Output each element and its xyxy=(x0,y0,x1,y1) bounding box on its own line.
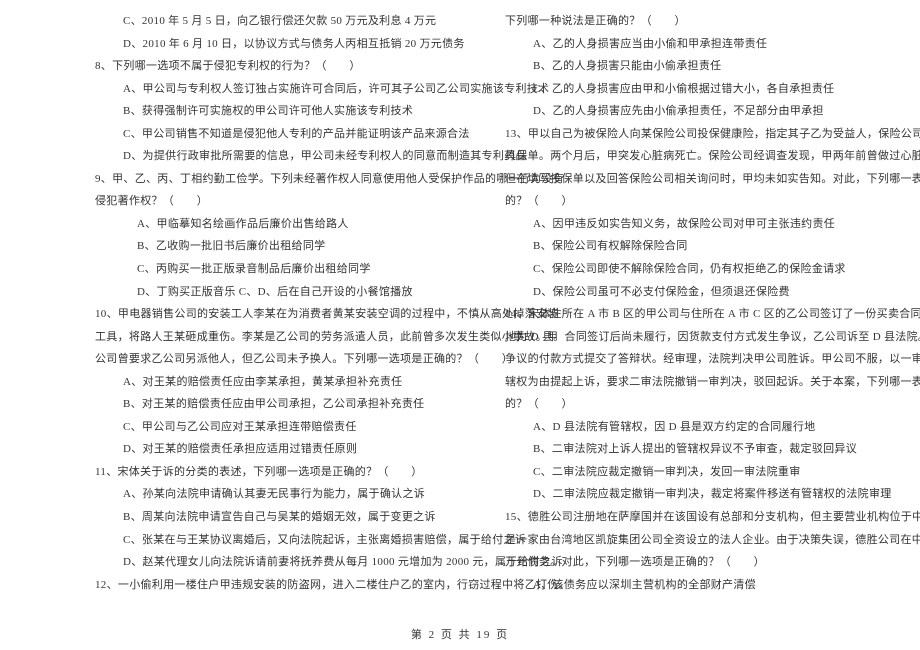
right-line: C、保险公司即使不解除保险合同，仍有权拒绝乙的保险金请求 xyxy=(505,258,885,281)
left-line: C、甲公司与乙公司应对王某承担连带赔偿责任 xyxy=(95,416,475,439)
right-line: 下列哪一种说法是正确的？（ ） xyxy=(505,10,885,33)
left-line: C、2010 年 5 月 5 日，向乙银行偿还欠款 50 万元及利息 4 万元 xyxy=(95,10,475,33)
left-line: A、孙某向法院申请确认其妻无民事行为能力，属于确认之诉 xyxy=(95,483,475,506)
left-line: A、甲临摹知名绘画作品后廉价出售给路人 xyxy=(95,213,475,236)
right-line: C、二审法院应裁定撤销一审判决，发回一审法院重审 xyxy=(505,461,885,484)
left-line: 工具，将路人王某砸成重伤。李某是乙公司的劳务派遣人员，此前曾多次发生类似小事故。… xyxy=(95,326,475,349)
page-body: C、2010 年 5 月 5 日，向乙银行偿还欠款 50 万元及利息 4 万元D… xyxy=(0,0,920,626)
left-line: C、丙购买一批正版录音制品后廉价出租给同学 xyxy=(95,258,475,281)
right-column: 下列哪一种说法是正确的？（ ）A、乙的人身损害应当由小偷和甲承担连带责任B、乙的… xyxy=(490,10,885,596)
right-line: A、因甲违反如实告知义务，故保险公司对甲可主张违约责任 xyxy=(505,213,885,236)
right-line: B、保险公司有权解除保险合同 xyxy=(505,235,885,258)
left-line: D、丁购买正版音乐 C、D、后在自己开设的小餐馆播放 xyxy=(95,281,475,304)
left-line: 11、宋体关于诉的分类的表述，下列哪一选项是正确的？（ ） xyxy=(95,461,475,484)
left-line: 9、甲、乙、丙、丁相约勤工俭学。下列未经著作权人同意使用他人受保护作品的哪一行为… xyxy=(95,168,475,191)
right-line: 14、宋体住所在 A 市 B 区的甲公司与住所在 A 市 C 区的乙公司签订了一… xyxy=(505,303,885,326)
right-line: A、该债务应以深圳主营机构的全部财产清偿 xyxy=(505,574,885,597)
right-line: B、二审法院对上诉人提出的管辖权异议不予审查，裁定驳回异议 xyxy=(505,438,885,461)
left-line: B、对王某的赔偿责任应由甲公司承担，乙公司承担补充责任 xyxy=(95,393,475,416)
right-line: 是一家由台湾地区凯旋集团公司全资设立的法人企业。由于决策失误，德胜公司在中国欠下… xyxy=(505,529,885,552)
page-footer: 第 2 页 共 19 页 xyxy=(0,626,920,642)
left-line: 公司曾要求乙公司另派他人，但乙公司未予换人。下列哪一选项是正确的？（ ） xyxy=(95,348,475,371)
right-line: D、二审法院应裁定撤销一审判决，裁定将案件移送有管辖权的法院审理 xyxy=(505,483,885,506)
left-line: B、获得强制许可实施权的甲公司许可他人实施该专利技术 xyxy=(95,100,475,123)
left-line: 侵犯著作权？（ ） xyxy=(95,190,475,213)
left-line: C、甲公司销售不知道是侵犯他人专利的产品并能证明该产品来源合法 xyxy=(95,123,475,146)
left-line: 12、一小偷利用一楼住户甲违规安装的防盗网，进入二楼住户乙的室内，行窃过程中将乙… xyxy=(95,574,475,597)
left-line: B、周某向法院申请宣告自己与吴某的婚姻无效，属于变更之诉 xyxy=(95,506,475,529)
right-line: 的？（ ） xyxy=(505,393,885,416)
left-line: A、对王某的赔偿责任应由李某承担，黄某承担补充责任 xyxy=(95,371,475,394)
right-line: C、乙的人身损害应由甲和小偷根据过错大小，各自承担责任 xyxy=(505,78,885,101)
right-line: 万元债务。对此，下列哪一选项是正确的？（ ） xyxy=(505,551,885,574)
right-line: 15、德胜公司注册地在萨摩国并在该国设有总部和分支机构，但主要营业机构位于中国深… xyxy=(505,506,885,529)
right-line: 辖权为由提起上诉，要求二审法院撤销一审判决，驳回起诉。关于本案，下列哪一表述是正… xyxy=(505,371,885,394)
left-line: D、2010 年 6 月 10 日，以协议方式与债务人丙相互抵销 20 万元债务 xyxy=(95,33,475,56)
right-line: 13、甲以自己为被保险人向某保险公司投保健康险，指定其子乙为受益人，保险公司承保… xyxy=(505,123,885,146)
right-line: 地为 D 县。合同签订后尚未履行，因货款支付方式发生争议，乙公司诉至 D 县法院… xyxy=(505,326,885,349)
right-line: D、乙的人身损害应先由小偷承担责任，不足部分由甲承担 xyxy=(505,100,885,123)
right-line: 争议的付款方式提交了答辩状。经审理，法院判决甲公司胜诉。甲公司不服，以一审法院无… xyxy=(505,348,885,371)
right-line: 具保单。两个月后，甲突发心脏病死亡。保险公司经调查发现，甲两年前曾做过心脏搭桥手… xyxy=(505,145,885,168)
left-line: 10、甲电器销售公司的安装工人李某在为消费者黄某安装空调的过程中，不慎从高处掉落… xyxy=(95,303,475,326)
right-line: 但在填写投保单以及回答保险公司相关询问时，甲均未如实告知。对此，下列哪一表述是正… xyxy=(505,168,885,191)
left-line: A、甲公司与专利权人签订独占实施许可合同后，许可其子公司乙公司实施该专利技术 xyxy=(95,78,475,101)
left-column: C、2010 年 5 月 5 日，向乙银行偿还欠款 50 万元及利息 4 万元D… xyxy=(95,10,490,596)
right-line: D、保险公司虽可不必支付保险金，但须退还保险费 xyxy=(505,281,885,304)
right-line: B、乙的人身损害只能由小偷承担责任 xyxy=(505,55,885,78)
left-line: B、乙收购一批旧书后廉价出租给同学 xyxy=(95,235,475,258)
left-line: D、赵某代理女儿向法院诉请前妻将抚养费从每月 1000 元增加为 2000 元，… xyxy=(95,551,475,574)
left-line: C、张某在与王某协议离婚后，又向法院起诉，主张离婚损害赔偿，属于给付之诉 xyxy=(95,529,475,552)
left-line: 8、下列哪一选项不属于侵犯专利权的行为？（ ） xyxy=(95,55,475,78)
right-line: 的？（ ） xyxy=(505,190,885,213)
left-line: D、对王某的赔偿责任承担应适用过错责任原则 xyxy=(95,438,475,461)
left-line: D、为提供行政审批所需要的信息，甲公司未经专利权人的同意而制造其专利药品 xyxy=(95,145,475,168)
right-line: A、D 县法院有管辖权，因 D 县是双方约定的合同履行地 xyxy=(505,416,885,439)
right-line: A、乙的人身损害应当由小偷和甲承担连带责任 xyxy=(505,33,885,56)
